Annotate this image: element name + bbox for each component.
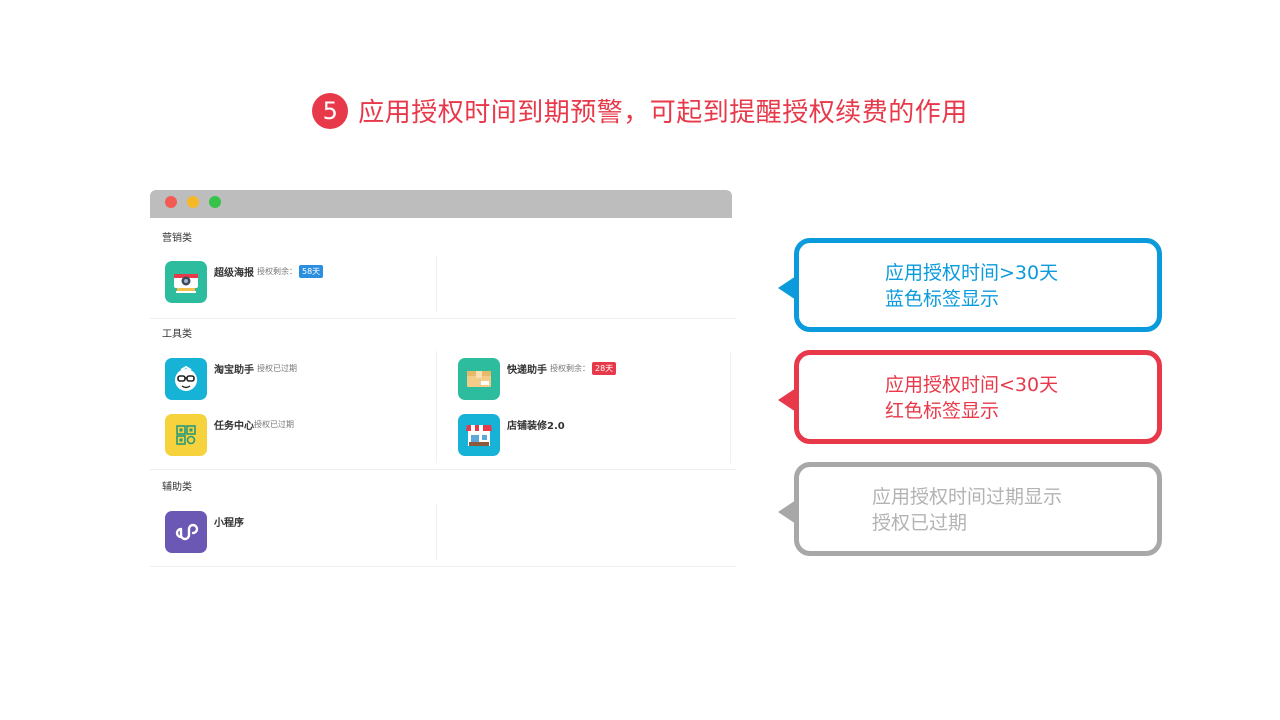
- app-name: 超级海报: [214, 268, 254, 279]
- callout-line-1: 应用授权时间<30天: [885, 374, 1059, 396]
- delivery-box-icon: [458, 358, 500, 400]
- minimize-window-dot[interactable]: [187, 196, 199, 208]
- app-item-shop-decor[interactable]: 店铺装修2.0: [458, 414, 565, 456]
- app-name: 店铺装修2.0: [507, 421, 565, 432]
- app-item-task-center[interactable]: 任务中心 授权已过期: [165, 414, 294, 456]
- callout-pointer: [778, 388, 796, 412]
- app-status: 授权剩余：: [257, 267, 297, 276]
- app-item-super-poster[interactable]: 超级海报 授权剩余： 58天: [165, 261, 324, 303]
- step-number-badge: 5: [312, 92, 349, 129]
- category-label-auxiliary: 辅助类: [162, 482, 192, 493]
- shop-decor-icon: [458, 414, 500, 456]
- callout-red-label-rule: 应用授权时间<30天 红色标签显示: [778, 350, 1162, 444]
- app-status: 授权剩余：: [550, 364, 590, 373]
- heading-text: 应用授权时间到期预警，可起到提醒授权续费的作用: [358, 98, 968, 128]
- mini-program-icon: [165, 511, 207, 553]
- callout-line-1: 应用授权时间过期显示: [872, 486, 1063, 508]
- window-titlebar: [150, 190, 732, 218]
- callout-expired-rule: 应用授权时间过期显示 授权已过期: [778, 462, 1162, 556]
- callout-line-2: 红色标签显示: [885, 400, 1000, 422]
- app-item-taobao-helper[interactable]: 淘宝助手 授权已过期: [165, 358, 297, 400]
- callout-line-1: 应用授权时间>30天: [885, 262, 1059, 284]
- callout-pointer: [778, 276, 796, 300]
- callout-line-2: 授权已过期: [872, 512, 968, 534]
- app-name: 任务中心: [214, 421, 254, 432]
- app-item-mini-program[interactable]: 小程序: [165, 511, 244, 553]
- callout-pointer: [778, 500, 796, 524]
- callout-line-2: 蓝色标签显示: [885, 288, 1000, 310]
- remaining-days-badge: 58天: [299, 265, 324, 278]
- app-name: 淘宝助手: [214, 365, 254, 376]
- app-status: 授权已过期: [254, 420, 294, 429]
- app-status: 授权已过期: [257, 364, 297, 373]
- app-name: 小程序: [214, 518, 244, 529]
- app-item-delivery-helper[interactable]: 快递助手 授权剩余： 28天: [458, 358, 617, 400]
- category-label-marketing: 营销类: [162, 233, 192, 244]
- remaining-days-badge: 28天: [592, 362, 617, 375]
- app-window-mockup: 营销类 超级海报 授权剩余： 58天 工具类 淘宝助手 授权已过期 快递助手 授…: [150, 190, 736, 570]
- taobao-helper-icon: [165, 358, 207, 400]
- page-heading: 5 应用授权时间到期预警，可起到提醒授权续费的作用: [0, 92, 1280, 129]
- task-center-icon: [165, 414, 207, 456]
- close-window-dot[interactable]: [165, 196, 177, 208]
- app-name: 快递助手: [507, 365, 547, 376]
- callout-blue-label-rule: 应用授权时间>30天 蓝色标签显示: [778, 238, 1162, 332]
- category-label-tools: 工具类: [162, 329, 192, 340]
- poster-camera-icon: [165, 261, 207, 303]
- maximize-window-dot[interactable]: [209, 196, 221, 208]
